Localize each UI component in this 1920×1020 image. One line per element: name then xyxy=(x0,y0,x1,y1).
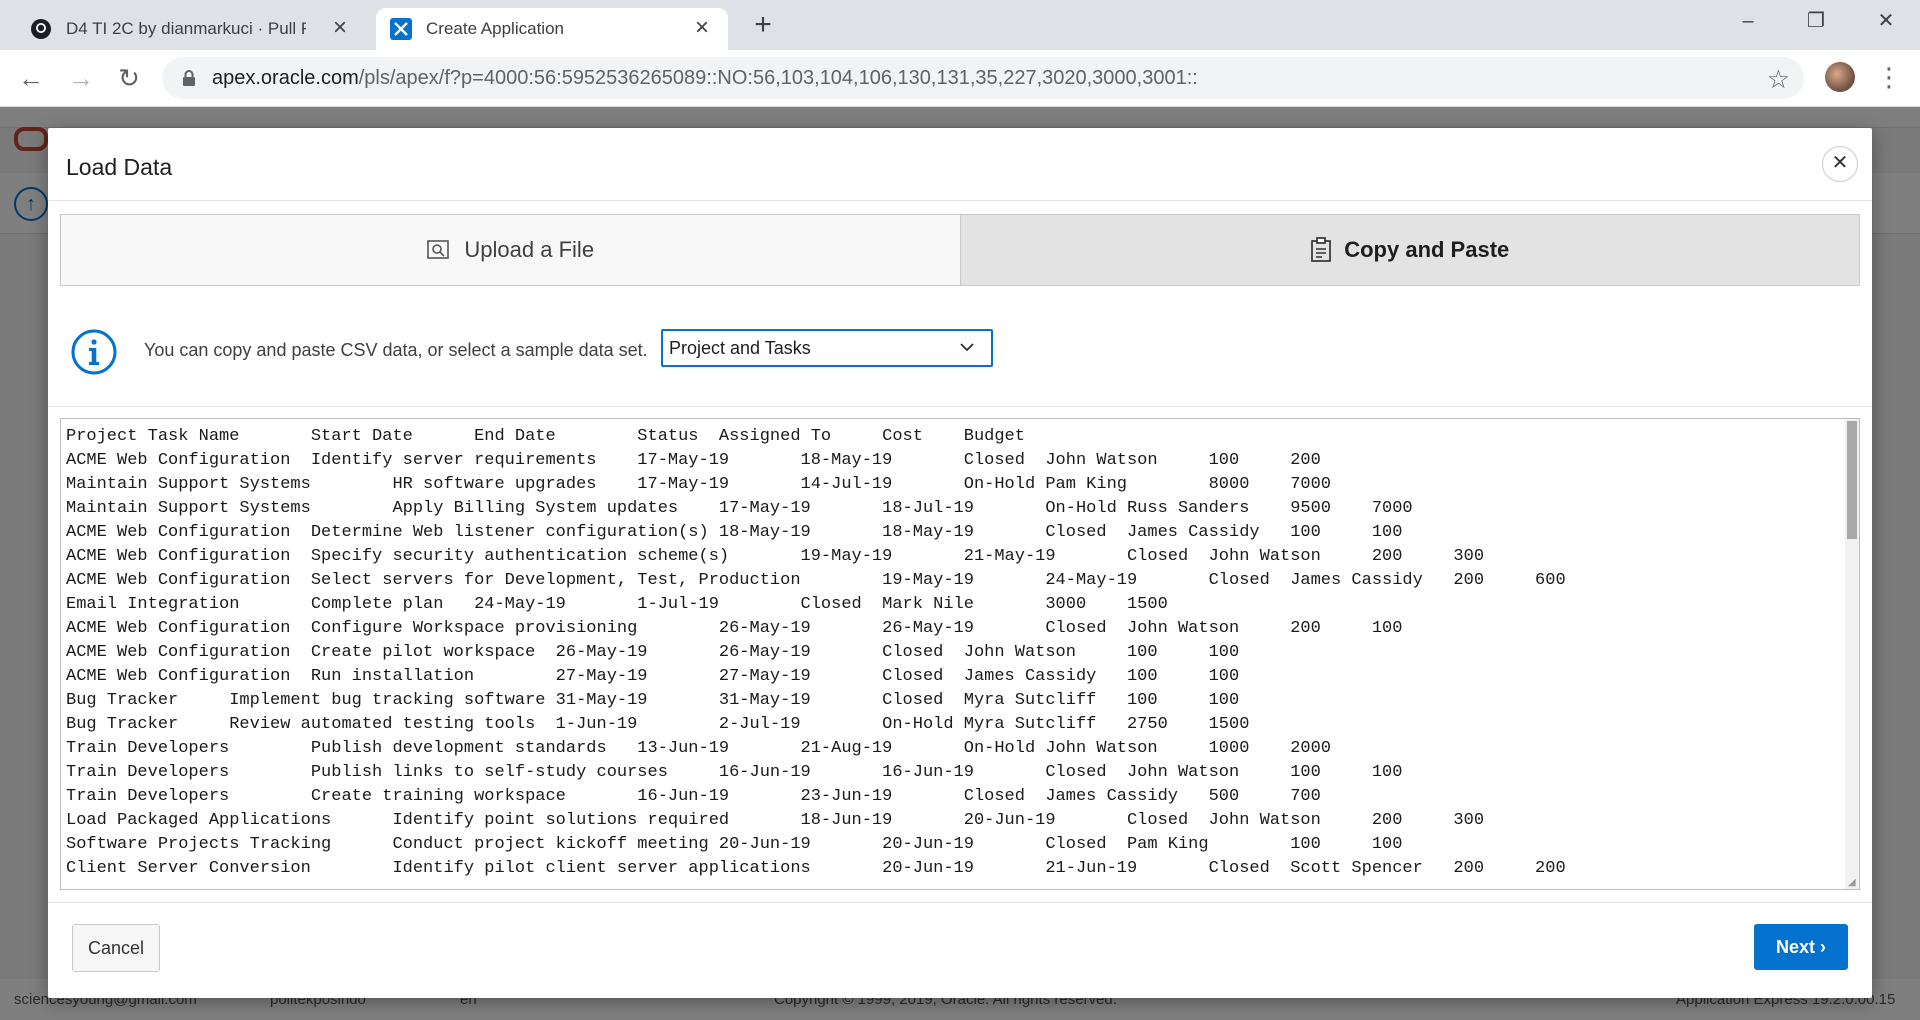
dialog-title: Load Data xyxy=(66,154,173,180)
divider xyxy=(48,902,1872,903)
window-close-icon[interactable]: ✕ xyxy=(1866,6,1906,36)
divider xyxy=(48,200,1872,201)
chevron-down-icon xyxy=(959,339,975,360)
scrollbar-thumb[interactable] xyxy=(1847,421,1857,539)
copy-paste-label: Copy and Paste xyxy=(1344,237,1510,262)
reload-icon[interactable]: ↻ xyxy=(114,63,144,93)
github-icon xyxy=(30,18,52,40)
address-bar[interactable]: apex.oracle.com/pls/apex/f?p=4000:56:595… xyxy=(162,57,1804,99)
info-text: You can copy and paste CSV data, or sele… xyxy=(144,340,648,360)
minimize-icon[interactable]: – xyxy=(1728,6,1768,36)
upload-file-button[interactable]: Upload a File xyxy=(61,215,961,285)
close-icon[interactable]: × xyxy=(328,16,352,40)
tab-title: Create Application xyxy=(426,19,564,38)
upload-file-label: Upload a File xyxy=(464,237,595,262)
url-text: apex.oracle.com/pls/apex/f?p=4000:56:595… xyxy=(212,67,1198,90)
close-icon[interactable]: × xyxy=(690,16,714,40)
file-search-icon xyxy=(426,238,452,262)
csv-content: Project Task Name Start Date End Date St… xyxy=(66,427,1566,878)
info-icon xyxy=(70,328,118,381)
tab-title: D4 TI 2C by dianmarkuci · Pull Re xyxy=(66,19,306,38)
apex-icon xyxy=(390,18,412,40)
divider xyxy=(48,406,1872,407)
browser-tab-create-application[interactable]: Create Application × xyxy=(376,8,728,50)
lock-icon xyxy=(183,70,195,86)
dialog-close-icon[interactable]: ✕ xyxy=(1822,146,1858,182)
back-icon[interactable]: ← xyxy=(16,63,46,93)
restore-icon[interactable]: ❐ xyxy=(1796,6,1836,36)
info-row: You can copy and paste CSV data, or sele… xyxy=(60,322,1060,382)
textarea-scrollbar[interactable] xyxy=(1845,419,1859,889)
next-button[interactable]: Next › xyxy=(1754,924,1848,970)
load-data-dialog: Load Data ✕ Upload a File Copy and Paste… xyxy=(48,128,1872,998)
load-method-segmented-control: Upload a File Copy and Paste xyxy=(60,214,1860,286)
sample-data-select-value: Project and Tasks xyxy=(669,338,811,358)
chevron-right-icon: › xyxy=(1820,937,1827,957)
url-path: /pls/apex/f?p=4000:56:5952536265089::NO:… xyxy=(358,67,1198,89)
browser-menu-icon[interactable]: ⋮ xyxy=(1876,62,1902,92)
next-label: Next xyxy=(1775,937,1815,957)
browser-tabstrip: D4 TI 2C by dianmarkuci · Pull Re × Crea… xyxy=(0,0,1920,50)
profile-avatar[interactable] xyxy=(1825,62,1855,92)
resize-handle-icon[interactable]: ◢ xyxy=(1848,878,1858,888)
sample-data-select[interactable]: Project and Tasks xyxy=(661,329,993,367)
browser-toolbar: ← → ↻ apex.oracle.com/pls/apex/f?p=4000:… xyxy=(0,50,1920,107)
bookmark-star-icon[interactable]: ☆ xyxy=(1767,64,1790,95)
copy-paste-button[interactable]: Copy and Paste xyxy=(960,215,1859,285)
browser-tab-github[interactable]: D4 TI 2C by dianmarkuci · Pull Re × xyxy=(26,8,366,50)
forward-icon[interactable]: → xyxy=(66,63,96,93)
csv-paste-textarea[interactable]: Project Task Name Start Date End Date St… xyxy=(60,418,1860,890)
new-tab-icon[interactable]: + xyxy=(748,10,778,40)
url-host: apex.oracle.com xyxy=(212,67,359,89)
clipboard-icon xyxy=(1310,237,1332,263)
cancel-button[interactable]: Cancel xyxy=(72,924,160,972)
